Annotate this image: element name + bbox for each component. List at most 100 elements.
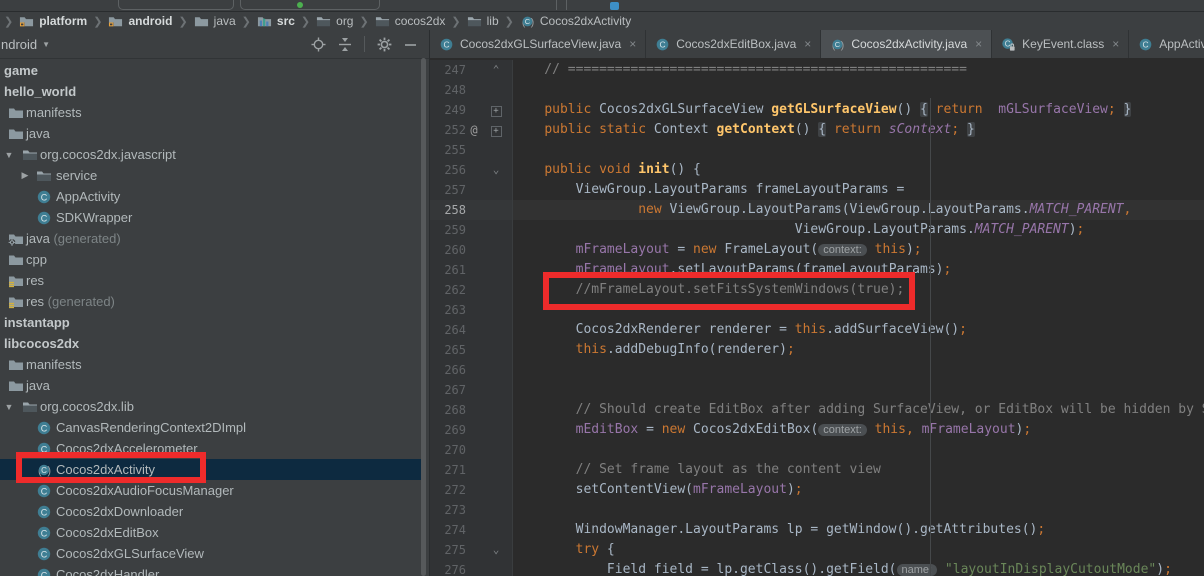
collapsed-arrow-icon[interactable]: ▶ <box>19 170 31 181</box>
expanded-arrow-icon[interactable]: ▼ <box>3 150 15 160</box>
code-text[interactable]: //mFrameLayout.setFitsSystemWindows(true… <box>513 280 1204 300</box>
breadcrumb-item-android[interactable]: android <box>106 14 174 29</box>
code-text[interactable] <box>513 300 1204 320</box>
project-tree-scrollbar[interactable] <box>421 58 426 576</box>
code-text[interactable]: WindowManager.LayoutParams lp = getWindo… <box>513 520 1204 540</box>
code-line-273[interactable]: 273 <box>430 500 1204 520</box>
tree-item-libcocos2dx[interactable]: libcocos2dx <box>0 333 430 354</box>
code-line-275[interactable]: 275 ⌄ try { <box>430 540 1204 560</box>
code-text[interactable] <box>513 140 1204 160</box>
code-line-262[interactable]: 262 //mFrameLayout.setFitsSystemWindows(… <box>430 280 1204 300</box>
code-line-258[interactable]: 258 new ViewGroup.LayoutParams(ViewGroup… <box>430 200 1204 220</box>
code-line-272[interactable]: 272 setContentView(mFrameLayout); <box>430 480 1204 500</box>
code-text[interactable]: setContentView(mFrameLayout); <box>513 480 1204 500</box>
code-text[interactable]: Cocos2dxRenderer renderer = this.addSurf… <box>513 320 1204 340</box>
code-line-267[interactable]: 267 <box>430 380 1204 400</box>
code-line-257[interactable]: 257 ViewGroup.LayoutParams frameLayoutPa… <box>430 180 1204 200</box>
fold-collapse-icon[interactable]: ⌄ <box>493 163 500 176</box>
breadcrumb-item-java[interactable]: java <box>192 14 238 29</box>
code-text[interactable]: try { <box>513 540 1204 560</box>
run-config-widget-outline[interactable] <box>118 0 234 10</box>
code-text[interactable] <box>513 80 1204 100</box>
tree-item-res[interactable]: res (generated) <box>0 291 430 312</box>
code-line-266[interactable]: 266 <box>430 360 1204 380</box>
code-text[interactable]: // =====================================… <box>513 60 1204 80</box>
tree-item-cocos2dxdownloader[interactable]: C Cocos2dxDownloader <box>0 501 430 522</box>
tree-item-hello-world[interactable]: hello_world <box>0 81 430 102</box>
tab-cocos2dxglsurfaceview-java[interactable]: C Cocos2dxGLSurfaceView.java × <box>430 30 647 58</box>
tree-item-cocos2dxglsurfaceview[interactable]: C Cocos2dxGLSurfaceView <box>0 543 430 564</box>
tree-item-java[interactable]: java (generated) <box>0 228 430 249</box>
tree-item-manifests[interactable]: manifests <box>0 354 430 375</box>
code-text[interactable]: mFrameLayout.setLayoutParams(frameLayout… <box>513 260 1204 280</box>
project-view-selector[interactable]: ndroid ▼ <box>0 37 50 52</box>
code-editor[interactable]: 247 ⌃ // ================================… <box>430 58 1204 576</box>
tree-item-java[interactable]: java <box>0 375 430 396</box>
breadcrumb-item-lib[interactable]: lib <box>465 14 501 29</box>
close-icon[interactable]: × <box>975 37 982 51</box>
code-text[interactable]: public Cocos2dxGLSurfaceView getGLSurfac… <box>513 100 1204 120</box>
code-line-269[interactable]: 269 mEditBox = new Cocos2dxEditBox(conte… <box>430 420 1204 440</box>
tab-appactivity-java[interactable]: CAppActivity.java× <box>1129 30 1204 58</box>
breadcrumb-item-cocos2dxactivity[interactable]: (C) Cocos2dxActivity <box>518 14 633 29</box>
code-line-252[interactable]: 252 @ + public static Context getContext()… <box>430 120 1204 140</box>
code-line-268[interactable]: 268 // Should create EditBox after addin… <box>430 400 1204 420</box>
fold-expand-icon[interactable]: + <box>490 126 502 137</box>
collapse-all-icon[interactable] <box>338 37 352 52</box>
tree-item-game[interactable]: game <box>0 60 430 81</box>
tree-item-canvasrenderingcontext2dimpl[interactable]: C CanvasRenderingContext2DImpl <box>0 417 430 438</box>
toolbar-blue-icon[interactable] <box>610 2 619 10</box>
tree-item-service[interactable]: ▶ service <box>0 165 430 186</box>
target-icon[interactable] <box>311 37 326 52</box>
code-line-260[interactable]: 260 mFrameLayout = new FrameLayout(conte… <box>430 240 1204 260</box>
code-text[interactable]: public void init() { <box>513 160 1204 180</box>
close-icon[interactable]: × <box>629 37 636 51</box>
code-text[interactable]: ViewGroup.LayoutParams.MATCH_PARENT); <box>513 220 1204 240</box>
code-line-276[interactable]: 276 Field field = lp.getClass().getField… <box>430 560 1204 576</box>
code-line-256[interactable]: 256 ⌄ public void init() { <box>430 160 1204 180</box>
code-line-263[interactable]: 263 <box>430 300 1204 320</box>
tree-item-sdkwrapper[interactable]: C SDKWrapper <box>0 207 430 228</box>
minimize-icon[interactable] <box>404 37 417 52</box>
tree-item-cocos2dxhandler[interactable]: C Cocos2dxHandler <box>0 564 430 576</box>
code-text[interactable] <box>513 440 1204 460</box>
tab-cocos2dxactivity-java[interactable]: (C) Cocos2dxActivity.java × <box>821 30 993 58</box>
breadcrumb-item-cocos2dx[interactable]: cocos2dx <box>373 14 448 29</box>
code-line-259[interactable]: 259 ViewGroup.LayoutParams.MATCH_PARENT)… <box>430 220 1204 240</box>
code-line-265[interactable]: 265 this.addDebugInfo(renderer); <box>430 340 1204 360</box>
code-text[interactable]: mFrameLayout = new FrameLayout(context: … <box>513 240 1204 260</box>
code-line-271[interactable]: 271 // Set frame layout as the content v… <box>430 460 1204 480</box>
code-line-249[interactable]: 249 + public Cocos2dxGLSurfaceView getGLS… <box>430 100 1204 120</box>
tree-item-res[interactable]: res <box>0 270 430 291</box>
expanded-arrow-icon[interactable]: ▼ <box>3 402 15 412</box>
gear-icon[interactable] <box>377 37 392 52</box>
code-text[interactable]: new ViewGroup.LayoutParams(ViewGroup.Lay… <box>513 200 1204 220</box>
code-text[interactable] <box>513 360 1204 380</box>
code-line-248[interactable]: 248 <box>430 80 1204 100</box>
tree-item-cocos2dxaudiofocusmanager[interactable]: C Cocos2dxAudioFocusManager <box>0 480 430 501</box>
code-text[interactable]: // Set frame layout as the content view <box>513 460 1204 480</box>
code-text[interactable]: // Should create EditBox after adding Su… <box>513 400 1204 420</box>
code-text[interactable]: public static Context getContext() { ret… <box>513 120 1204 140</box>
tree-item-org-cocos2dx-javascript[interactable]: ▼ org.cocos2dx.javascript <box>0 144 430 165</box>
tree-item-cocos2dxaccelerometer[interactable]: C Cocos2dxAccelerometer <box>0 438 430 459</box>
code-line-247[interactable]: 247 ⌃ // ================================… <box>430 60 1204 80</box>
tree-item-cocos2dxeditbox[interactable]: C Cocos2dxEditBox <box>0 522 430 543</box>
close-icon[interactable]: × <box>804 37 811 51</box>
fold-expand-icon[interactable]: + <box>490 106 502 117</box>
fold-collapse-icon[interactable]: ⌄ <box>493 543 500 556</box>
code-line-261[interactable]: 261 mFrameLayout.setLayoutParams(frameLa… <box>430 260 1204 280</box>
device-widget-outline[interactable] <box>240 0 380 10</box>
code-text[interactable]: Field field = lp.getClass().getField(nam… <box>513 560 1204 576</box>
tree-item-manifests[interactable]: manifests <box>0 102 430 123</box>
tree-item-appactivity[interactable]: C AppActivity <box>0 186 430 207</box>
tree-item-cocos2dxactivity[interactable]: (C) Cocos2dxActivity <box>0 459 421 480</box>
tree-item-java[interactable]: java <box>0 123 430 144</box>
code-text[interactable] <box>513 380 1204 400</box>
code-text[interactable]: this.addDebugInfo(renderer); <box>513 340 1204 360</box>
close-icon[interactable]: × <box>1112 37 1119 51</box>
code-line-274[interactable]: 274 WindowManager.LayoutParams lp = getW… <box>430 520 1204 540</box>
breadcrumb-item-platform[interactable]: platform <box>17 14 89 29</box>
code-line-255[interactable]: 255 <box>430 140 1204 160</box>
tree-item-org-cocos2dx-lib[interactable]: ▼ org.cocos2dx.lib <box>0 396 430 417</box>
